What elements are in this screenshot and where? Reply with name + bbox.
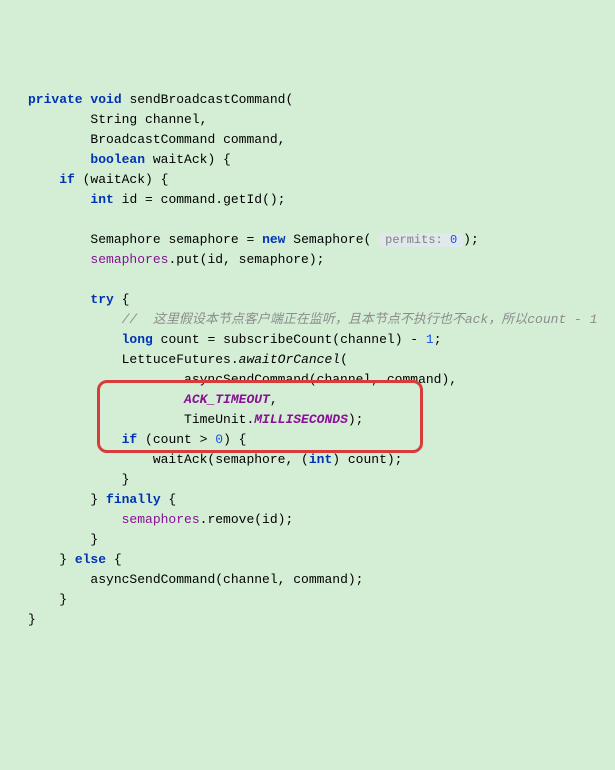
var-count: count (161, 332, 200, 347)
keyword-long: long (122, 332, 153, 347)
type-semaphore: Semaphore (293, 232, 363, 247)
keyword-int: int (90, 192, 113, 207)
milliseconds: MILLISECONDS (254, 412, 348, 427)
param-name: command (223, 132, 278, 147)
keyword-void: void (90, 92, 121, 107)
field-semaphores: semaphores (122, 512, 200, 527)
field-semaphores: semaphores (90, 252, 168, 267)
condition: (count > (145, 432, 215, 447)
waitack-tail: ) count); (332, 452, 402, 467)
waitack-call: waitAck(semaphore, ( (153, 452, 309, 467)
keyword-new: new (262, 232, 285, 247)
keyword-boolean: boolean (90, 152, 145, 167)
type-semaphore: Semaphore (90, 232, 160, 247)
param-name: channel (145, 112, 200, 127)
timeunit: TimeUnit. (184, 412, 254, 427)
param-name: waitAck (153, 152, 208, 167)
cast-int: int (309, 452, 332, 467)
async-call: asyncSendCommand(channel, command); (90, 572, 363, 587)
keyword-finally: finally (106, 492, 161, 507)
method-name: sendBroadcastCommand (129, 92, 285, 107)
param-type: String (90, 112, 137, 127)
await-method: awaitOrCancel (239, 352, 340, 367)
subscribe-call: subscribeCount(channel) - (223, 332, 426, 347)
code-block: private void sendBroadcastCommand( Strin… (28, 90, 605, 630)
param-hint: permits: 0 (379, 233, 463, 247)
lettuce-class: LettuceFutures. (122, 352, 239, 367)
keyword-try: try (90, 292, 113, 307)
param-type: BroadcastCommand (90, 132, 215, 147)
var-semaphore: semaphore (168, 232, 238, 247)
keyword-else: else (75, 552, 106, 567)
comment: // 这里假设本节点客户端正在监听，且本节点不执行也不ack，所以count -… (122, 312, 598, 327)
num-zero: 0 (215, 432, 223, 447)
num-one: 1 (426, 332, 434, 347)
put-call: .put(id, semaphore); (168, 252, 324, 267)
async-call: asyncSendCommand(channel, command), (184, 372, 457, 387)
keyword-private: private (28, 92, 83, 107)
keyword-if: if (59, 172, 75, 187)
ack-timeout: ACK_TIMEOUT (184, 392, 270, 407)
remove-call: .remove(id); (200, 512, 294, 527)
var-id: id (122, 192, 138, 207)
keyword-if: if (122, 432, 138, 447)
getid-call: command.getId(); (161, 192, 286, 207)
